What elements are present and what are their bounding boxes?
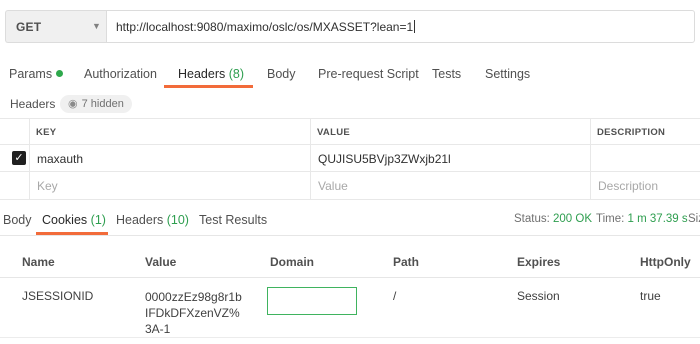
table-row-new: Key Value Description	[0, 172, 700, 200]
tab-response-headers-label: Headers	[116, 213, 164, 227]
status-value: 200 OK	[553, 213, 593, 225]
tab-test-results[interactable]: Test Results	[199, 213, 267, 227]
cookie-value: 0000zzEz98g8r1bIFDkDFXzenVZ%3A-1	[145, 290, 242, 336]
method-select[interactable]: GET ▼	[5, 10, 106, 43]
tab-tests-label: Tests	[432, 67, 462, 81]
time-label: Time:	[596, 213, 625, 225]
value-placeholder: Value	[318, 179, 348, 193]
cookie-domain-field[interactable]	[267, 287, 357, 315]
caret-down-icon: ▼	[92, 21, 101, 31]
tab-settings[interactable]: Settings	[485, 67, 530, 81]
tab-body[interactable]: Body	[267, 67, 296, 81]
table-row: ✓ maxauth QUJISU5BVjp3ZWxjb21l	[0, 145, 700, 172]
cookies-header-divider	[0, 277, 700, 278]
cookie-column-path: Path	[393, 255, 420, 269]
row-check-cell: ✓	[0, 145, 30, 171]
response-tabs: Body Cookies (1) Headers (10) Test Resul…	[0, 200, 700, 236]
description-field[interactable]	[591, 145, 700, 171]
value-field[interactable]: QUJISU5BVjp3ZWxjb21l	[311, 145, 591, 171]
active-response-tab-underline	[36, 232, 108, 235]
header-key: maxauth	[37, 152, 84, 166]
cookie-column-domain: Domain	[270, 255, 315, 269]
tab-cookies-count: (1)	[90, 213, 106, 227]
new-value-field[interactable]: Value	[311, 172, 591, 199]
header-value-cell: VALUE	[311, 119, 591, 144]
method-label: GET	[16, 20, 42, 34]
tab-cookies[interactable]: Cookies (1)	[42, 213, 106, 227]
response-size-label: Siz	[688, 213, 700, 225]
header-key-cell: KEY	[30, 119, 311, 144]
header-description-cell: DESCRIPTION	[591, 119, 700, 144]
column-description: DESCRIPTION	[597, 127, 666, 138]
description-placeholder: Description	[598, 179, 659, 193]
tab-pre-request-script-label: Pre-request Script	[318, 67, 419, 81]
response-time: Time: 1 m 37.39 s	[596, 213, 688, 225]
response-status: Status: 200 OK	[514, 213, 592, 225]
row-check-cell-empty	[0, 172, 30, 199]
tab-headers-label: Headers	[178, 67, 226, 81]
active-tab-underline	[164, 85, 253, 88]
tab-tests[interactable]: Tests	[432, 67, 461, 81]
tab-pre-request-script[interactable]: Pre-request Script	[318, 67, 419, 81]
tab-params[interactable]: Params	[9, 67, 64, 81]
tab-test-results-label: Test Results	[199, 213, 268, 227]
cookie-column-name: Name	[22, 255, 55, 269]
column-key: KEY	[36, 127, 57, 138]
tab-body-label: Body	[267, 67, 296, 81]
tab-headers[interactable]: Headers (8)	[178, 67, 244, 81]
request-tabs: Params Authorization Headers (8) Body Pr…	[0, 60, 700, 90]
cookie-column-httponly: HttpOnly	[640, 255, 691, 269]
key-placeholder: Key	[37, 179, 58, 193]
headers-table-header: KEY VALUE DESCRIPTION	[0, 118, 700, 145]
tab-settings-label: Settings	[485, 67, 531, 81]
cookie-httponly: true	[640, 289, 661, 303]
new-description-field[interactable]: Description	[591, 172, 700, 199]
cookie-expires: Session	[517, 289, 560, 303]
cookies-bottom-divider	[0, 337, 700, 338]
header-value: QUJISU5BVjp3ZWxjb21l	[318, 152, 451, 166]
params-indicator-dot	[56, 70, 64, 77]
checkbox-checked-icon[interactable]: ✓	[12, 151, 26, 165]
cookie-column-value: Value	[145, 255, 177, 269]
cookie-name: JSESSIONID	[22, 289, 94, 303]
url-input[interactable]: http://localhost:9080/maximo/oslc/os/MXA…	[106, 10, 695, 43]
tab-response-headers[interactable]: Headers (10)	[116, 213, 189, 227]
tab-authorization-label: Authorization	[84, 67, 157, 81]
headers-section-title: Headers	[10, 97, 56, 111]
header-check-cell	[0, 119, 30, 144]
tab-authorization[interactable]: Authorization	[84, 67, 157, 81]
tab-response-body-label: Body	[3, 213, 32, 227]
cookie-path: /	[393, 289, 397, 303]
hidden-headers-toggle[interactable]: ◉ 7 hidden	[60, 95, 132, 113]
new-key-field[interactable]: Key	[30, 172, 311, 199]
tab-response-body[interactable]: Body	[3, 213, 32, 227]
tab-cookies-label: Cookies	[42, 213, 88, 227]
status-label: Status:	[514, 213, 550, 225]
hidden-headers-label: 7 hidden	[81, 98, 124, 110]
eye-icon: ◉	[68, 98, 78, 110]
key-field[interactable]: maxauth	[30, 145, 311, 171]
column-value: VALUE	[317, 127, 350, 138]
url-text: http://localhost:9080/maximo/oslc/os/MXA…	[116, 20, 414, 34]
cookie-column-expires: Expires	[517, 255, 561, 269]
tab-headers-count: (8)	[228, 67, 245, 81]
tab-params-label: Params	[9, 67, 53, 81]
time-value: 1 m 37.39 s	[627, 213, 688, 225]
tab-response-headers-count: (10)	[166, 213, 189, 227]
